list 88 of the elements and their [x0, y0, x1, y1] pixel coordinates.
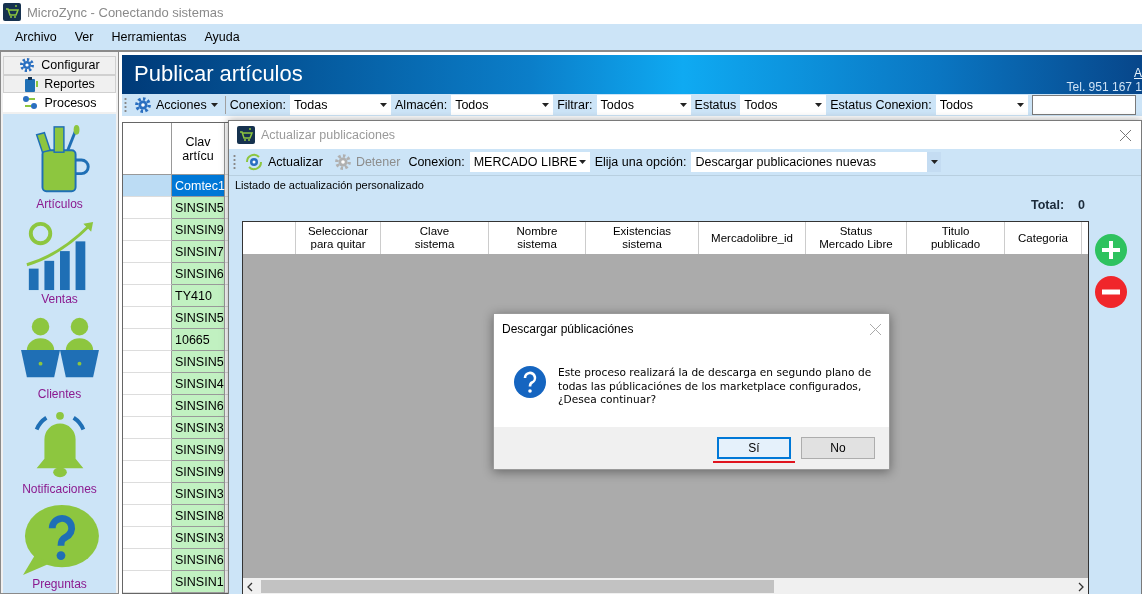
table-cell[interactable]: SINSIN6 — [172, 263, 225, 285]
remove-icon[interactable] — [1095, 276, 1127, 308]
search-field[interactable] — [1031, 94, 1136, 115]
table-cell[interactable]: SINSIN5 — [172, 197, 225, 219]
group-label: Listado de actualización personalizado — [234, 178, 425, 191]
filter-label: Estatus — [694, 97, 737, 112]
column-header[interactable]: Titulo publicado — [907, 222, 1005, 254]
table-cell[interactable]: SINSIN6 — [172, 395, 225, 417]
table-cell[interactable]: SINSIN9 — [172, 461, 225, 483]
menu-item[interactable]: Ayuda — [195, 30, 249, 44]
filter-label: Conexion: — [229, 97, 287, 112]
filter-label: Estatus Conexion: — [830, 97, 932, 112]
table-cell[interactable]: SINSIN3 — [172, 417, 225, 439]
table-cell[interactable]: SINSIN5 — [172, 307, 225, 329]
menu-item[interactable]: Archivo — [6, 30, 66, 44]
filter-dropdown[interactable]: Todos — [935, 94, 1028, 115]
phone-text: Tel. 951 167 1 — [1066, 79, 1142, 94]
nav-label[interactable]: Preguntas — [32, 577, 87, 593]
table-cell[interactable]: SINSIN9 — [172, 439, 225, 461]
filter-label: Almacén: — [395, 97, 448, 112]
column-header[interactable]: Clave sistema — [381, 222, 489, 254]
column-header[interactable]: Status Mercado Libre — [806, 222, 907, 254]
cart-logo-icon — [237, 126, 255, 144]
sidebar-tab[interactable]: Configurar — [3, 56, 116, 75]
table-cell[interactable]: SINSIN5 — [172, 351, 225, 373]
process-icon — [22, 95, 39, 111]
menu-item[interactable]: Ver — [65, 30, 103, 44]
sidebar-tab[interactable]: Procesos — [3, 93, 116, 112]
connection-label: Conexion: — [408, 155, 465, 169]
column-header[interactable]: Categoria — [1005, 222, 1082, 254]
nav-label[interactable]: Ventas — [41, 292, 78, 308]
refresh-gear-icon — [244, 153, 264, 171]
table-cell[interactable]: SINSIN6 — [172, 549, 225, 571]
table-cell[interactable]: SINSIN3 — [172, 483, 225, 505]
table-cell[interactable]: SINSIN9 — [172, 219, 225, 241]
connection-dropdown[interactable]: MERCADO LIBRE — [469, 152, 590, 172]
cart-logo-icon — [3, 3, 21, 21]
total-value: 0 — [1078, 198, 1085, 212]
question-icon — [514, 366, 546, 398]
table-cell[interactable]: SINSIN4 — [172, 373, 225, 395]
table-cell[interactable]: 10665 — [172, 329, 225, 351]
gears-icon — [333, 153, 352, 171]
window-title: MicroZync - Conectando sistemas — [27, 4, 224, 20]
filter-dropdown[interactable]: Todas — [290, 94, 392, 115]
table-cell[interactable]: TY410 — [172, 285, 225, 307]
table-cell[interactable]: SINSIN1 — [172, 571, 225, 593]
filter-dropdown[interactable]: Todos — [596, 94, 691, 115]
caret-icon — [380, 102, 388, 107]
refresh-button[interactable]: Actualizar — [241, 152, 326, 172]
gear-icon — [134, 95, 152, 114]
column-header[interactable]: Nombre sistema — [489, 222, 586, 254]
actions-button[interactable]: Acciones — [131, 94, 221, 115]
caret-icon — [930, 160, 938, 164]
add-icon[interactable] — [1095, 234, 1127, 266]
dialog-title: Actualizar publicaciones — [261, 128, 397, 142]
menu-item[interactable]: Herramientas — [102, 30, 196, 44]
no-button[interactable]: No — [801, 437, 875, 459]
nav-label[interactable]: Artículos — [36, 197, 83, 213]
nav-label[interactable]: Notificaciones — [22, 482, 97, 498]
scrollbar-thumb[interactable] — [261, 580, 774, 593]
table-cell[interactable]: SINSIN8 — [172, 505, 225, 527]
caret-icon — [1016, 102, 1024, 107]
option-dropdown[interactable]: Descargar publicaciones nuevas — [691, 152, 942, 172]
message-text: Este proceso realizará la de descarga en segundo plano de todas las públicaciónes de los marketplace configurados, ¿Desea continuar? — [558, 366, 872, 407]
table-cell[interactable]: SINSIN3 — [172, 527, 225, 549]
caret-icon — [679, 102, 687, 107]
header-link[interactable]: A — [1134, 65, 1142, 80]
row-header[interactable] — [123, 175, 172, 197]
nav-label[interactable]: Clientes — [37, 387, 82, 403]
page-title: Publicar artículos — [133, 61, 303, 88]
column-header[interactable]: Mercadolibre_id — [699, 222, 806, 254]
option-label: Elija una opción: — [594, 155, 687, 169]
caret-icon — [815, 102, 823, 107]
close-icon[interactable] — [1120, 129, 1131, 141]
filter-label: Filtrar: — [557, 97, 593, 112]
column-header[interactable]: Seleccionar para quitar — [296, 222, 381, 254]
close-icon[interactable] — [870, 323, 881, 335]
caret-icon — [578, 160, 586, 164]
total-label: Total: — [1030, 198, 1065, 212]
message-title: Descargar públicaciónes — [502, 322, 634, 336]
column-header[interactable]: Existencias sistema — [586, 222, 699, 254]
filter-dropdown[interactable]: Todos — [740, 94, 827, 115]
caret-icon — [542, 102, 550, 107]
clipboard-icon — [24, 76, 39, 92]
filter-dropdown[interactable]: Todos — [451, 94, 554, 115]
gear-icon — [19, 57, 36, 74]
table-cell[interactable]: SINSIN7 — [172, 241, 225, 263]
caret-icon — [210, 102, 218, 107]
